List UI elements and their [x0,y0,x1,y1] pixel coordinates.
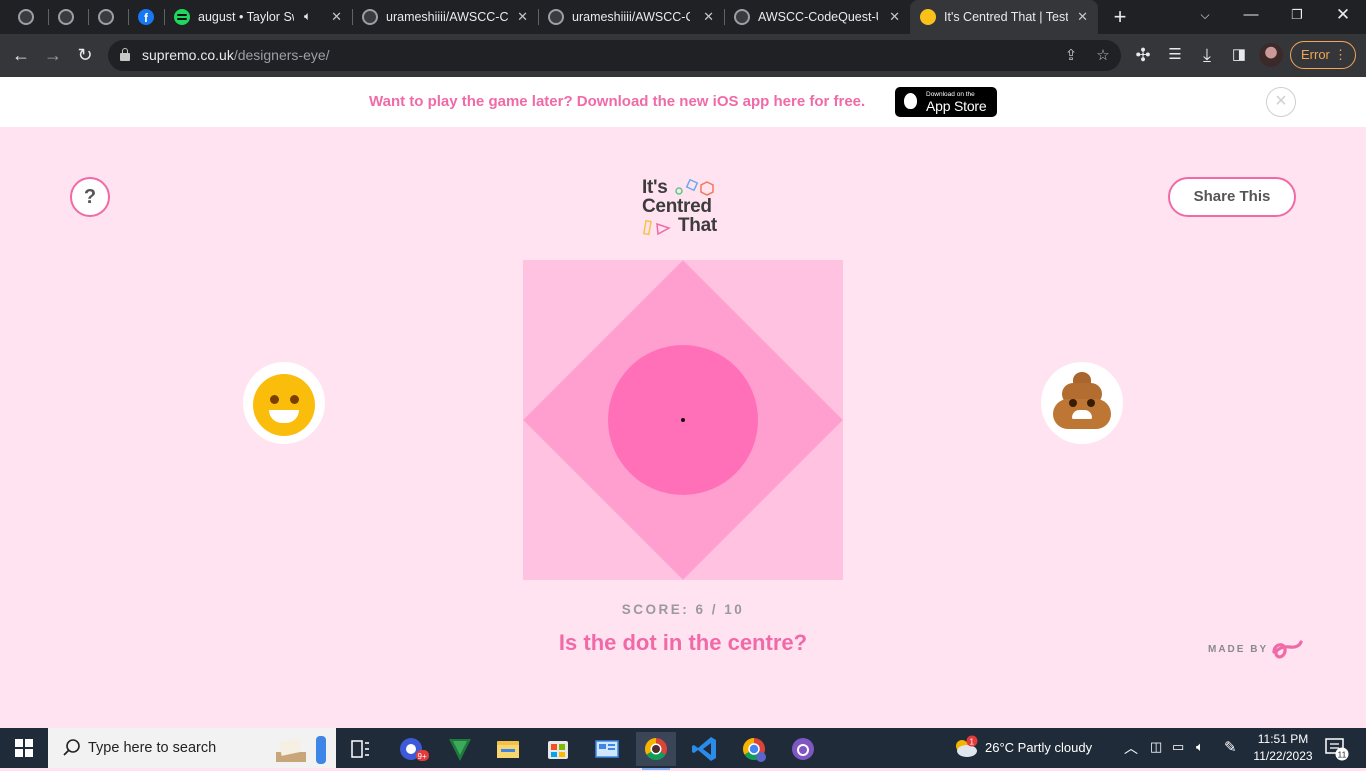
tab-title: urameshiiii/AWSCC-Co [386,10,508,24]
help-button[interactable]: ? [70,177,110,217]
taskbar-search-box[interactable]: Type here to search [48,728,336,768]
tab-awscc-2[interactable]: urameshiiii/AWSCC-Co ✕ [538,0,725,34]
score-display: SCORE: 6 / 10 [621,602,745,617]
supremo-logo-icon[interactable] [1270,638,1304,662]
new-tab-button[interactable]: + [1108,4,1132,30]
speaker-icon[interactable]: 🔈︎ [304,9,311,24]
github-icon [734,9,750,25]
meet-now-icon[interactable]: ◫ [1150,739,1162,755]
facebook-icon: f [138,9,154,25]
close-banner-icon[interactable]: × [1266,87,1296,117]
poop-icon [1053,372,1111,432]
extensions-puzzle-icon[interactable]: ✣ [1128,40,1158,70]
search-placeholder: Type here to search [88,740,217,756]
question-text: Is the dot in the centre? [558,630,808,655]
back-arrow-icon[interactable]: ← [6,40,36,70]
github-icon [18,9,34,25]
not-centred-button[interactable] [1041,362,1123,444]
file-explorer-icon[interactable] [488,732,528,766]
github-desktop-icon[interactable] [783,732,823,766]
microsoft-store-icon[interactable] [538,732,578,766]
vim-app-icon[interactable] [440,732,480,766]
svg-text:11: 11 [1338,750,1347,760]
spotify-icon [174,9,190,25]
forward-arrow-icon[interactable]: → [38,40,68,70]
bookmark-star-icon[interactable]: ☆ [1090,43,1116,69]
close-tab-icon[interactable]: ✕ [703,9,714,25]
chevron-up-icon[interactable]: ︿ [1124,738,1138,758]
download-icon[interactable]: ⤓ [1192,40,1222,70]
github-icon [548,9,564,25]
error-button[interactable]: Error ⋮ [1290,41,1356,69]
network-icon[interactable]: ▭ [1172,739,1184,755]
github-icon [58,9,74,25]
system-clock[interactable]: 11:51 PM 11/22/2023 [1250,731,1316,765]
pen-icon[interactable]: ✎ [1224,738,1237,756]
its-centred-that-logo: It's Centred That [642,178,732,238]
target-dot [681,418,685,422]
windows-taskbar: Type here to search 9+ 1 26°C Partly clo… [0,728,1366,770]
reload-icon[interactable]: ↻ [70,40,100,70]
banner-text[interactable]: Want to play the game later? Download th… [369,93,865,110]
weather-cloud-icon[interactable]: 1 [952,734,980,760]
tab-title: It's Centred That | Test [944,10,1068,24]
app-promo-banner: Want to play the game later? Download th… [0,77,1366,127]
tab-title: august • Taylor Sw [198,10,294,24]
share-button[interactable]: Share This [1168,177,1296,217]
more-menu-icon: ⋮ [1334,47,1347,62]
tab-search-button[interactable]: ⌵ [1182,0,1228,34]
tab-github-2[interactable] [48,0,89,34]
close-window-button[interactable]: ✕ [1320,0,1366,34]
smiling-face-icon [253,374,315,436]
tab-its-centred-that[interactable]: It's Centred That | Test ✕ [910,0,1098,34]
app-store-button[interactable]: Download on the App Store [895,87,997,117]
logo-shapes-icon [675,178,714,196]
tab-facebook[interactable]: f [128,0,165,34]
yes-centred-button[interactable] [243,362,325,444]
smiley-icon [920,9,936,25]
notification-center-icon[interactable]: 11 [1324,736,1350,762]
media-queue-icon[interactable]: ☰ [1160,40,1190,70]
volume-icon[interactable]: 🔈︎ [1196,739,1204,755]
task-view-icon[interactable] [340,732,380,766]
apple-icon [904,93,917,109]
close-tab-icon[interactable]: ✕ [331,9,342,25]
tab-awscc-1[interactable]: urameshiiii/AWSCC-Co ✕ [352,0,539,34]
tab-title: urameshiiii/AWSCC-Co [572,10,690,24]
close-tab-icon[interactable]: ✕ [1077,9,1088,25]
profile-avatar[interactable] [1259,43,1283,67]
control-panel-icon[interactable] [587,732,627,766]
chrome-profile-app-icon[interactable] [734,732,774,766]
close-tab-icon[interactable]: ✕ [517,9,528,25]
tab-title: AWSCC-CodeQuest-U [758,10,878,24]
logo-shapes-icon [642,219,671,236]
made-by-label: MADE BY [1208,644,1269,655]
restore-button[interactable]: ❐ [1274,0,1320,34]
tab-github-1[interactable] [8,0,49,34]
vscode-app-icon[interactable] [685,732,725,766]
minimize-button[interactable]: — [1228,0,1274,34]
lock-icon[interactable] [120,48,130,61]
url-text[interactable]: supremo.co.uk/designers-eye/ [142,47,330,63]
github-icon [98,9,114,25]
tab-github-3[interactable] [88,0,129,34]
chrome-app-icon[interactable] [636,732,676,770]
svg-text:9+: 9+ [418,752,427,761]
svg-text:1: 1 [970,738,975,747]
github-icon [362,9,378,25]
game-app-icon[interactable]: 9+ [390,732,430,766]
game-canvas [523,260,843,580]
close-tab-icon[interactable]: ✕ [889,9,900,25]
tab-strip: f august • Taylor Sw 🔈︎ ✕ urameshiiii/AW… [0,0,1366,34]
weather-text[interactable]: 26°C Partly cloudy [985,740,1092,755]
side-panel-icon[interactable]: ◨ [1224,40,1254,70]
search-icon [63,739,80,756]
search-highlight-illustration-icon [276,736,326,764]
tab-awscc-codequest[interactable]: AWSCC-CodeQuest-U ✕ [724,0,910,34]
windows-start-icon[interactable] [15,739,33,757]
address-bar[interactable]: supremo.co.uk/designers-eye/ ⇪ ☆ [108,40,1121,71]
share-page-icon[interactable]: ⇪ [1058,43,1084,69]
browser-toolbar: ← → ↻ supremo.co.uk/designers-eye/ ⇪ ☆ ✣… [0,34,1366,77]
tab-spotify[interactable]: august • Taylor Sw 🔈︎ ✕ [164,0,353,34]
